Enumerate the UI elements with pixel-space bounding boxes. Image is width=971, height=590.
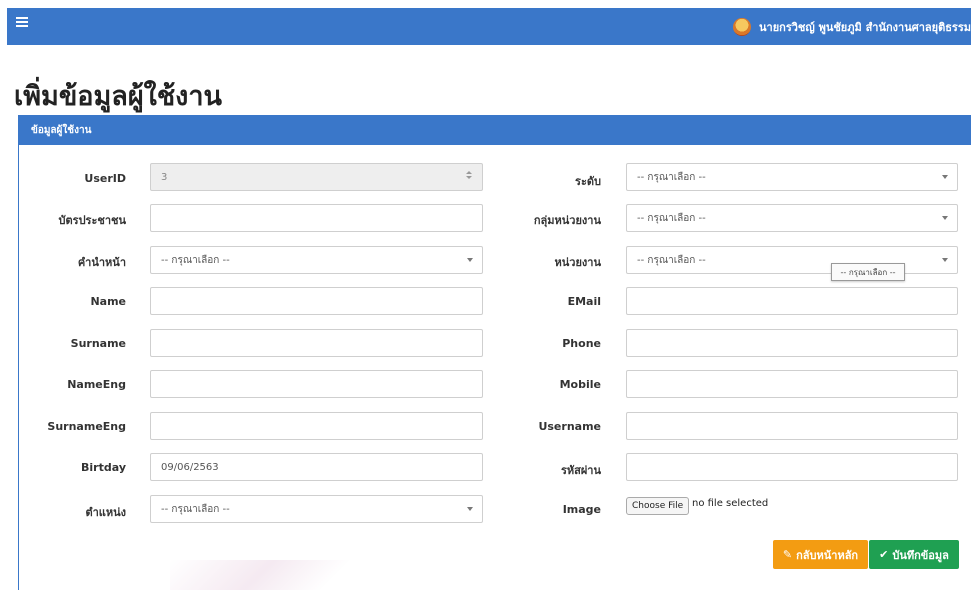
hamburger-icon[interactable] bbox=[16, 17, 28, 29]
file-status: no file selected bbox=[692, 498, 769, 509]
surname-eng-input[interactable] bbox=[150, 412, 483, 440]
chevron-down-icon bbox=[942, 175, 948, 179]
user-menu[interactable]: นายกรวิชญ์ พูนชัยภูมิ สำนักงานศาลยุติธรร… bbox=[733, 8, 971, 45]
save-button-label: บันทึกข้อมูล bbox=[892, 548, 949, 562]
department-select-value: -- กรุณาเลือก -- bbox=[637, 254, 706, 266]
department-select[interactable]: -- กรุณาเลือก -- bbox=[626, 246, 958, 274]
label-prefix: คำนำหน้า bbox=[77, 256, 126, 269]
label-department-group: กลุ่มหน่วยงาน bbox=[533, 214, 601, 227]
username-input[interactable] bbox=[626, 412, 958, 440]
label-password: รหัสผ่าน bbox=[560, 464, 601, 477]
label-name: Name bbox=[90, 295, 126, 308]
chevron-down-icon bbox=[942, 216, 948, 220]
name-eng-input[interactable] bbox=[150, 370, 483, 398]
panel-heading: ข้อมูลผู้ใช้งาน bbox=[19, 115, 971, 145]
label-email: EMail bbox=[567, 295, 601, 308]
choose-file-button[interactable]: Choose File bbox=[626, 497, 690, 515]
surname-input[interactable] bbox=[150, 329, 483, 357]
user-name: นายกรวิชญ์ พูนชัยภูมิ สำนักงานศาลยุติธรร… bbox=[759, 20, 971, 34]
birthday-value: 09/06/2563 bbox=[161, 461, 219, 473]
userid-input: 3 bbox=[150, 163, 483, 191]
label-citizen-id: บัตรประชาชน bbox=[58, 214, 126, 227]
birthday-input[interactable]: 09/06/2563 bbox=[150, 453, 483, 481]
back-button[interactable]: ✎ กลับหน้าหลัก bbox=[773, 540, 868, 569]
label-mobile: Mobile bbox=[559, 378, 601, 391]
prefix-select[interactable]: -- กรุณาเลือก -- bbox=[150, 246, 483, 274]
label-username: Username bbox=[538, 420, 601, 433]
label-surname: Surname bbox=[70, 337, 126, 350]
position-select[interactable]: -- กรุณาเลือก -- bbox=[150, 495, 483, 523]
department-group-select[interactable]: -- กรุณาเลือก -- bbox=[626, 204, 958, 232]
top-navbar: นายกรวิชญ์ พูนชัยภูมิ สำนักงานศาลยุติธรร… bbox=[7, 8, 971, 45]
citizen-id-input[interactable] bbox=[150, 204, 483, 232]
label-birthday: Birtday bbox=[81, 461, 126, 474]
email-input[interactable] bbox=[626, 287, 958, 315]
mobile-input[interactable] bbox=[626, 370, 958, 398]
spinner-icon bbox=[466, 170, 472, 182]
label-surname-eng: SurnameEng bbox=[47, 420, 126, 433]
chevron-down-icon bbox=[467, 258, 473, 262]
position-select-value: -- กรุณาเลือก -- bbox=[161, 503, 230, 515]
phone-input[interactable] bbox=[626, 329, 958, 357]
level-select[interactable]: -- กรุณาเลือก -- bbox=[626, 163, 958, 191]
save-button[interactable]: ✔ บันทึกข้อมูล bbox=[869, 540, 959, 569]
page-title: เพิ่มข้อมูลผู้ใช้งาน bbox=[14, 81, 222, 112]
check-icon: ✔ bbox=[879, 548, 889, 561]
edit-icon: ✎ bbox=[782, 548, 793, 561]
chevron-down-icon bbox=[467, 507, 473, 511]
label-phone: Phone bbox=[562, 337, 601, 350]
label-name-eng: NameEng bbox=[67, 378, 126, 391]
userid-value: 3 bbox=[161, 171, 168, 183]
label-level: ระดับ bbox=[575, 175, 601, 188]
watermark bbox=[170, 560, 400, 590]
panel-heading-title: ข้อมูลผู้ใช้งาน bbox=[31, 125, 92, 136]
chevron-down-icon bbox=[942, 258, 948, 262]
level-select-value: -- กรุณาเลือก -- bbox=[637, 171, 706, 183]
label-position: ตำแหน่ง bbox=[85, 506, 126, 519]
label-userid: UserID bbox=[84, 172, 126, 185]
back-button-label: กลับหน้าหลัก bbox=[796, 548, 859, 562]
prefix-select-value: -- กรุณาเลือก -- bbox=[161, 254, 230, 266]
select-tooltip: -- กรุณาเลือก -- bbox=[831, 263, 905, 281]
label-image: Image bbox=[562, 503, 601, 516]
avatar bbox=[733, 17, 752, 36]
label-department: หน่วยงาน bbox=[554, 256, 601, 269]
department-group-select-value: -- กรุณาเลือก -- bbox=[637, 212, 706, 224]
name-input[interactable] bbox=[150, 287, 483, 315]
password-input[interactable] bbox=[626, 453, 958, 481]
